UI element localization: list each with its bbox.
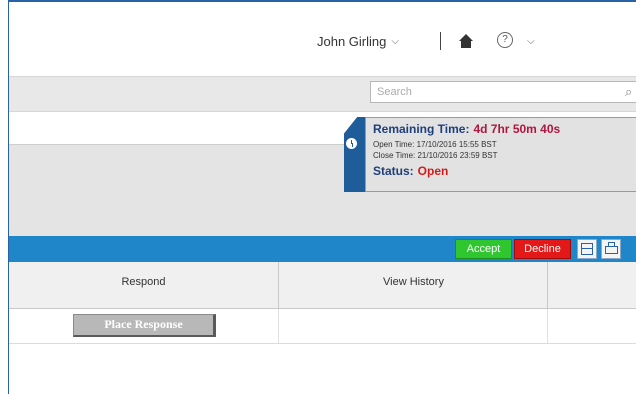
accept-button[interactable]: Accept (455, 239, 512, 259)
table-header: Respond View History (9, 262, 636, 309)
columns-icon[interactable] (577, 239, 597, 259)
decline-button[interactable]: Decline (514, 239, 571, 259)
header-separator (440, 32, 441, 50)
open-time: Open Time: 17/10/2016 15:55 BST (373, 140, 497, 149)
place-response-button[interactable]: Place Response (73, 314, 216, 337)
action-toolbar: Accept Decline (9, 236, 636, 262)
table-cell-history (280, 309, 548, 343)
column-header-empty (549, 262, 636, 308)
search-icon[interactable]: ⌕ (625, 84, 632, 100)
search-input[interactable] (370, 81, 636, 103)
status-label: Status: (373, 164, 414, 178)
chevron-down-icon[interactable]: ⌵ (527, 36, 535, 47)
column-header-view-history[interactable]: View History (280, 262, 548, 308)
remaining-time: Remaining Time: 4d 7hr 50m 40s (373, 122, 560, 136)
remaining-time-label: Remaining Time: (373, 122, 470, 136)
chevron-down-icon[interactable]: ⌵ (391, 36, 399, 47)
table-row: Place Response (9, 309, 636, 344)
column-header-respond: Respond (9, 262, 279, 308)
print-icon[interactable] (601, 239, 621, 259)
close-time: Close Time: 21/10/2016 23:59 BST (373, 151, 498, 160)
user-menu[interactable]: John Girling ⌵ (317, 34, 399, 49)
clock-icon (346, 138, 357, 149)
status: Status: Open (373, 164, 448, 178)
table-cell-respond: Place Response (9, 309, 279, 343)
home-icon[interactable] (458, 33, 474, 49)
search-bar: ⌕ (9, 76, 636, 112)
remaining-time-value: 4d 7hr 50m 40s (473, 122, 561, 136)
help-icon[interactable]: ? (497, 32, 513, 48)
user-name[interactable]: John Girling (317, 34, 386, 49)
status-value: Open (417, 164, 449, 178)
